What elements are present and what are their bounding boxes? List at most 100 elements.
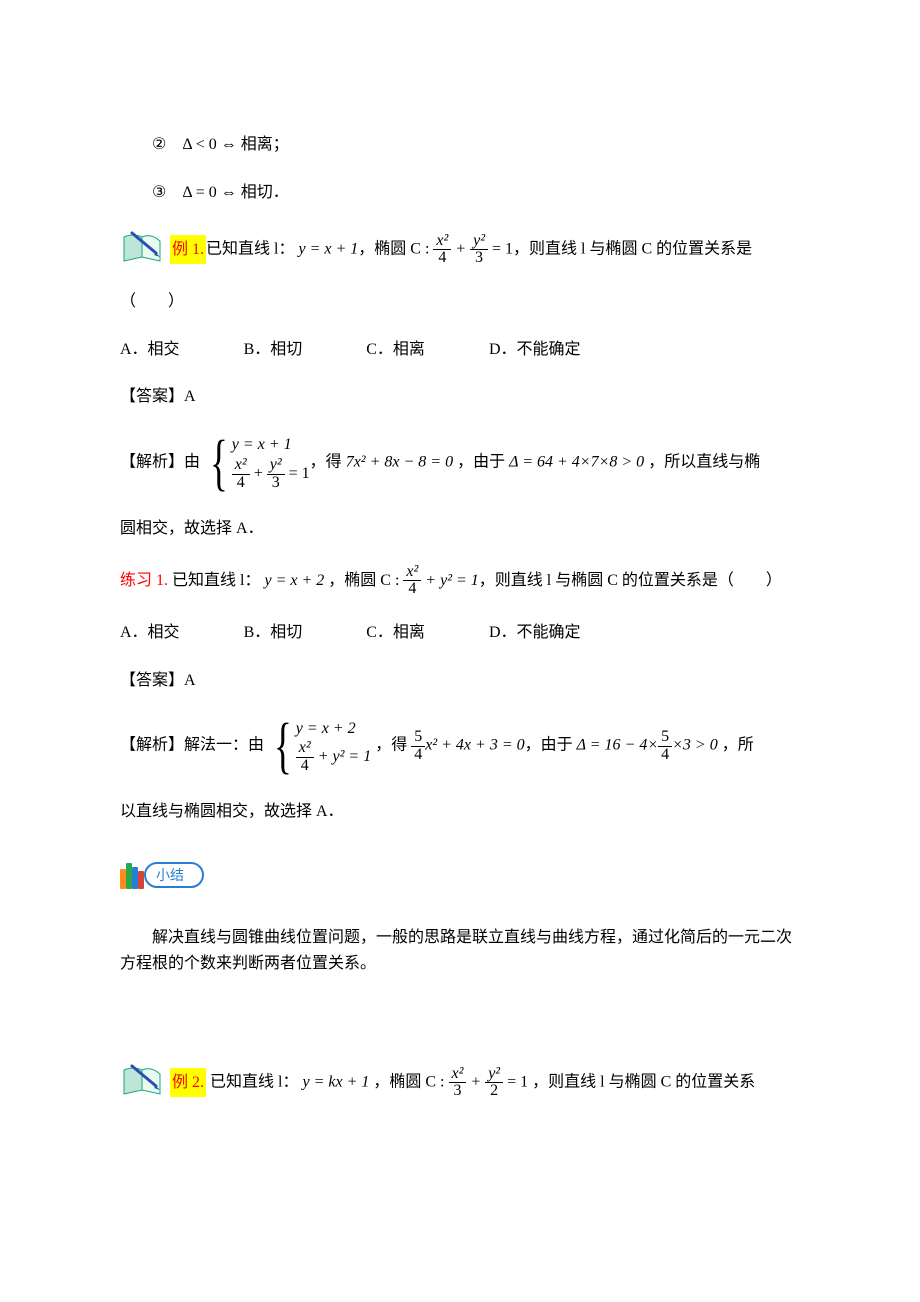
pr1-text-suffix: ，则直线 l 与椭圆 C 的位置关系是（ ） [479, 572, 782, 589]
eq-tail: + y² = 1 [318, 748, 372, 765]
choice-a: A．相交 [120, 341, 180, 358]
plus-sign: + [466, 1074, 485, 1091]
explain-pre: 由 [184, 454, 200, 471]
frac-den: 4 [232, 475, 250, 492]
frac-den: 2 [485, 1083, 503, 1100]
ex1-fraction-y23: y²3 [470, 233, 488, 268]
document-page: ② Δ < 0 ⇔ 相离； ③ Δ = 0 ⇔ 相切． 例 1.已知直线 l： … [0, 0, 920, 1302]
ex2-line-equation: y = kx + 1 [302, 1074, 369, 1091]
explain-mid2: ，由于 [453, 454, 509, 471]
answer-value: A [184, 388, 196, 405]
choice-c: C．相离 [366, 341, 425, 358]
frac-num: 5 [411, 729, 425, 747]
pr1-line-equation: y = x + 2 [264, 572, 324, 589]
frac-den: 3 [470, 250, 488, 267]
pr1-quad-tail: x² + 4x + 3 = 0 [425, 737, 524, 754]
rule-tangent: ③ Δ = 0 ⇔ 相切． [120, 180, 800, 206]
ex1-text-prefix: 已知直线 l： [206, 241, 294, 258]
equals-one: = 1 [488, 241, 513, 258]
example-1-stem: 例 1.已知直线 l： y = x + 1，椭圆 C : x²4 + y²3 =… [120, 227, 800, 267]
frac-den: 3 [267, 475, 285, 492]
frac-den: 4 [296, 758, 314, 775]
sys-row-2: x² 4 + y² = 1 [296, 740, 371, 775]
frac-num: x² [406, 563, 418, 580]
left-brace-icon: { [274, 715, 292, 777]
practice-1-label: 练习 1. [120, 572, 168, 589]
explain-pre: 解法一：由 [184, 737, 264, 754]
explain-mid3: ，所 [718, 737, 754, 754]
pr1-text-ellipse-prefix: ，椭圆 C : [324, 572, 403, 589]
explain-mid2: ，由于 [525, 737, 577, 754]
ex1-quadratic: 7x² + 8x − 8 = 0 [346, 454, 453, 471]
plus-sign: + [451, 241, 470, 258]
choice-b: B．相切 [244, 624, 303, 641]
choice-b: B．相切 [244, 341, 303, 358]
frac-den: 4 [411, 747, 425, 764]
explain-tag: 【解析】 [120, 737, 184, 754]
ex1-text-ellipse-prefix: ，椭圆 C : [358, 241, 433, 258]
pr1-fraction-x24: x²4 [403, 564, 421, 599]
ex2-text-prefix: 已知直线 l： [206, 1074, 298, 1091]
frac-den: 3 [449, 1083, 467, 1100]
practice-1-answer: 【答案】A [120, 668, 800, 694]
notebook-icon [120, 227, 168, 267]
answer-tag: 【答案】 [120, 388, 184, 405]
frac-num: x² [299, 739, 311, 756]
ex1-delta: Δ = 64 + 4×7×8 > 0 [509, 454, 644, 471]
example-1-label: 例 1. [170, 235, 206, 265]
equals-one: = 1 [503, 1074, 528, 1091]
example-1-explain-tail: 圆相交，故选择 A． [120, 516, 800, 542]
pr1-delta-pre: Δ = 16 − 4× [577, 737, 659, 754]
rule-separate: ② Δ < 0 ⇔ 相离； [120, 132, 800, 158]
plus-sign: + [421, 572, 440, 589]
summary-text: 解决直线与圆锥曲线位置问题，一般的思路是联立直线与曲线方程，通过化简后的一元二次… [120, 925, 800, 976]
explain-mid1: ，得 [310, 454, 346, 471]
choice-a: A．相交 [120, 624, 180, 641]
example-1-explain: 【解析】由 { y = x + 1 x²4 + y²3 = 1 ，得 7x² +… [120, 432, 800, 494]
example-2-label: 例 2. [170, 1068, 206, 1098]
pr1-text-prefix: 已知直线 l： [168, 572, 260, 589]
example-1-answer: 【答案】A [120, 384, 800, 410]
ex1-line-equation: y = x + 1 [298, 241, 358, 258]
frac-num: x² [436, 232, 448, 249]
frac-num: 5 [658, 729, 672, 747]
pr1-y-squared: y² = 1 [440, 572, 479, 589]
frac-num: y² [488, 1065, 500, 1082]
example-1-paren: （ ） [120, 289, 800, 315]
example-2-stem: 例 2. 已知直线 l： y = kx + 1 ，椭圆 C : x²3 + y²… [120, 1060, 800, 1100]
choice-d: D．不能确定 [489, 341, 581, 358]
frac-num: x² [235, 456, 247, 473]
frac-den: 4 [403, 581, 421, 598]
answer-tag: 【答案】 [120, 672, 184, 689]
sys-row-1: y = x + 1 [232, 434, 310, 456]
frac-num: y² [270, 456, 282, 473]
notebook-icon [120, 1060, 168, 1100]
example-1-choices: A．相交 B．相切 C．相离 D．不能确定 [120, 337, 800, 363]
summary-label: 小结 [144, 862, 204, 888]
practice-1-stem: 练习 1. 已知直线 l： y = x + 2 ，椭圆 C : x²4 + y²… [120, 564, 800, 599]
summary-badge: 小结 [120, 861, 204, 889]
explain-tag: 【解析】 [120, 454, 184, 471]
explain-mid3: ，所以直线与椭 [644, 454, 760, 471]
ex2-text-ellipse-prefix: ，椭圆 C : [369, 1074, 448, 1091]
ex1-fraction-x24: x²4 [433, 233, 451, 268]
system-equations: y = x + 2 x² 4 + y² = 1 [296, 718, 371, 775]
practice-1-choices: A．相交 B．相切 C．相离 D．不能确定 [120, 620, 800, 646]
eq-tail: = 1 [289, 465, 310, 482]
books-icon [120, 861, 148, 889]
ex2-fraction-y22: y²2 [485, 1066, 503, 1101]
answer-value: A [184, 672, 196, 689]
frac-num: x² [452, 1065, 464, 1082]
left-brace-icon: { [210, 432, 228, 494]
frac-num: y² [473, 232, 485, 249]
explain-mid1: ，得 [371, 737, 411, 754]
frac-den: 4 [658, 747, 672, 764]
sys-row-1: y = x + 2 [296, 718, 371, 740]
pr1-delta-frac: 54 [658, 729, 672, 764]
system-equations: y = x + 1 x²4 + y²3 = 1 [232, 434, 310, 491]
ex2-text-suffix: ，则直线 l 与椭圆 C 的位置关系 [528, 1074, 755, 1091]
sys-row-2: x²4 + y²3 = 1 [232, 457, 310, 492]
choice-c: C．相离 [366, 624, 425, 641]
choice-d: D．不能确定 [489, 624, 581, 641]
pr1-quad-coef: 54 [411, 729, 425, 764]
